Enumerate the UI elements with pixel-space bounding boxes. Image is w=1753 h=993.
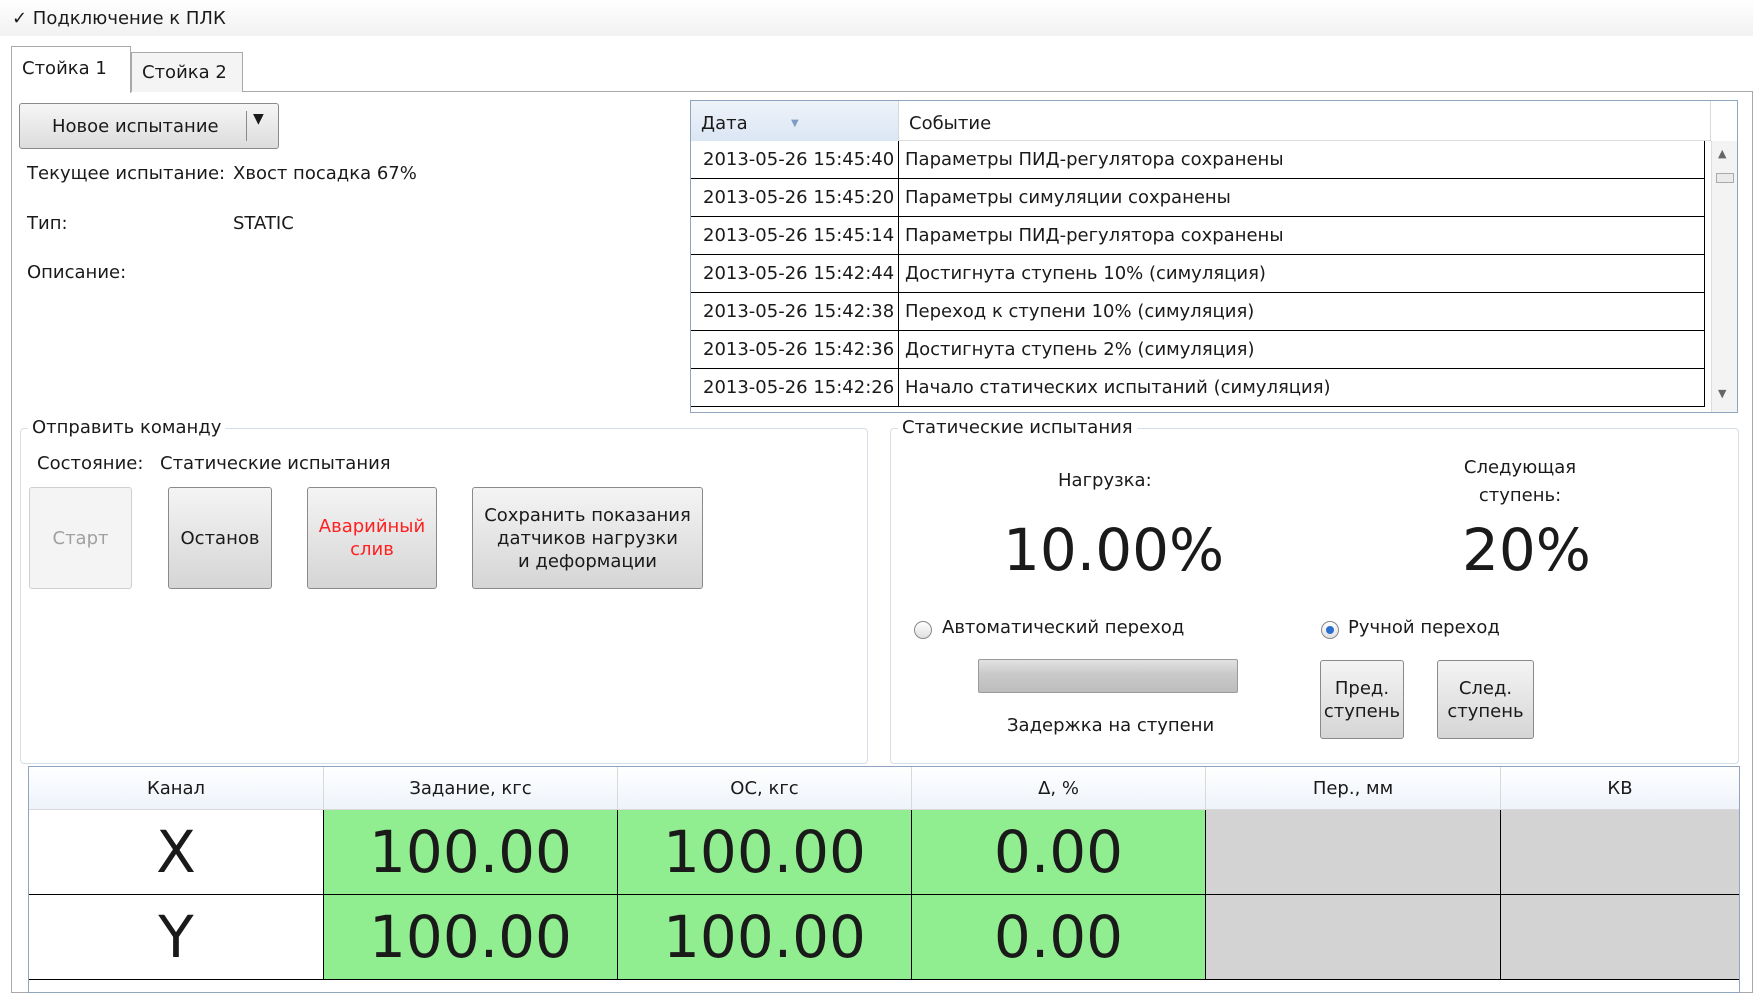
save-readings-label-line3: и деформации	[517, 550, 658, 572]
previous-step-label-line2: ступень	[1323, 700, 1401, 722]
column-header-channel[interactable]: Канал	[29, 767, 324, 810]
event-date: 2013-05-26 15:42:44	[691, 255, 899, 292]
column-header-displacement[interactable]: Пер., мм	[1206, 767, 1501, 810]
state-label: Состояние:	[37, 453, 144, 474]
auto-transition-label[interactable]: Автоматический переход	[942, 617, 1184, 638]
displacement-cell	[1206, 810, 1501, 895]
scrollbar-thumb[interactable]	[1716, 173, 1734, 183]
previous-step-button[interactable]: Пред. ступень	[1320, 660, 1404, 739]
event-text: Параметры ПИД-регулятора сохранены	[905, 225, 1284, 246]
kv-cell	[1501, 895, 1739, 980]
save-readings-label-line2: датчиков нагрузки	[497, 527, 678, 549]
next-step-label: Следующая ступень:	[1440, 454, 1600, 510]
current-test-label: Текущее испытание:	[27, 163, 226, 184]
column-header-date[interactable]: ▼ Дата	[691, 101, 899, 141]
next-step-label-line2: ступень:	[1478, 485, 1562, 506]
auto-transition-radio[interactable]	[914, 621, 932, 639]
event-log-header: ▼ Дата Событие	[691, 101, 1711, 141]
type-label: Тип:	[27, 213, 68, 234]
event-text: Начало статических испытаний (симуляция)	[905, 377, 1331, 398]
event-row[interactable]: 2013-05-26 15:42:44 Достигнута ступень 1…	[691, 255, 1705, 293]
tab-stand-1[interactable]: Стойка 1	[11, 46, 131, 93]
load-value: 10.00%	[1003, 516, 1225, 584]
channel-name-cell: X	[29, 810, 324, 895]
next-step-button-line2: ступень	[1447, 700, 1524, 722]
feedback-cell: 100.00	[618, 895, 912, 980]
emergency-drain-button[interactable]: Аварийный слив	[307, 487, 437, 589]
channels-table[interactable]: Канал Задание, кгс ОС, кгс Δ, % Пер., мм…	[28, 766, 1740, 993]
scroll-down-icon[interactable]: ▼	[1718, 387, 1726, 400]
next-step-label-line1: Следующая	[1463, 457, 1577, 478]
delta-cell: 0.00	[912, 895, 1206, 980]
save-readings-label-line1: Сохранить показания	[484, 504, 691, 526]
event-date: 2013-05-26 15:45:14	[691, 217, 899, 254]
split-separator	[246, 111, 247, 141]
event-row[interactable]: 2013-05-26 15:42:38 Переход к ступени 10…	[691, 293, 1705, 331]
manual-transition-radio[interactable]	[1321, 621, 1339, 639]
dropdown-arrow-icon[interactable]: ▼	[253, 111, 264, 127]
description-label: Описание:	[27, 262, 127, 283]
column-header-feedback[interactable]: ОС, кгс	[618, 767, 912, 810]
column-header-delta[interactable]: Δ, %	[912, 767, 1206, 810]
setpoint-cell: 100.00	[324, 810, 618, 895]
event-row[interactable]: 2013-05-26 15:45:20 Параметры симуляции …	[691, 179, 1705, 217]
load-label: Нагрузка:	[1058, 470, 1152, 491]
emergency-drain-label-line2: слив	[350, 539, 394, 560]
event-date: 2013-05-26 15:42:38	[691, 293, 899, 330]
new-test-split-button[interactable]: Новое испытание ▼	[19, 103, 279, 149]
channel-name-cell: Y	[29, 895, 324, 980]
new-test-button-label: Новое испытание	[52, 116, 219, 137]
event-date: 2013-05-26 15:42:26	[691, 369, 899, 406]
stop-button[interactable]: Останов	[168, 487, 272, 589]
column-header-date-label: Дата	[701, 113, 748, 134]
type-value: STATIC	[233, 213, 294, 234]
previous-step-label-line1: Пред.	[1334, 677, 1390, 699]
event-text: Переход к ступени 10% (симуляция)	[905, 301, 1255, 322]
emergency-drain-label-line1: Аварийный	[318, 516, 426, 537]
delta-cell: 0.00	[912, 810, 1206, 895]
next-step-value: 20%	[1462, 516, 1591, 584]
state-value: Статические испытания	[160, 453, 391, 474]
column-header-event[interactable]: Событие	[899, 101, 1711, 141]
event-log-scrollbar[interactable]: ▲ ▼	[1711, 141, 1737, 412]
static-tests-group	[890, 428, 1739, 764]
event-text: Достигнута ступень 2% (симуляция)	[905, 339, 1255, 360]
start-button[interactable]: Старт	[29, 487, 132, 589]
step-delay-label: Задержка на ступени	[1007, 715, 1215, 736]
event-log-grid[interactable]: ▼ Дата Событие 2013-05-26 15:45:40 Парам…	[690, 100, 1738, 413]
displacement-cell	[1206, 895, 1501, 980]
step-delay-progress-bar	[978, 659, 1238, 693]
send-command-title: Отправить команду	[28, 417, 226, 438]
static-tests-title: Статические испытания	[898, 417, 1137, 438]
plc-connection-toggle[interactable]: ✓ Подключение к ПЛК	[12, 8, 226, 29]
event-date: 2013-05-26 15:42:36	[691, 331, 899, 368]
tab-stand-2[interactable]: Стойка 2	[131, 52, 243, 92]
kv-cell	[1501, 810, 1739, 895]
event-row[interactable]: 2013-05-26 15:45:14 Параметры ПИД-регуля…	[691, 217, 1705, 255]
event-text: Параметры ПИД-регулятора сохранены	[905, 149, 1284, 170]
column-header-kv[interactable]: КВ	[1501, 767, 1739, 810]
save-sensor-readings-button[interactable]: Сохранить показания датчиков нагрузки и …	[472, 487, 703, 589]
column-header-setpoint[interactable]: Задание, кгс	[324, 767, 618, 810]
feedback-cell: 100.00	[618, 810, 912, 895]
event-text: Достигнута ступень 10% (симуляция)	[905, 263, 1266, 284]
send-command-group	[20, 428, 868, 764]
setpoint-cell: 100.00	[324, 895, 618, 980]
event-row[interactable]: 2013-05-26 15:45:40 Параметры ПИД-регуля…	[691, 141, 1705, 179]
event-date: 2013-05-26 15:45:20	[691, 179, 899, 216]
event-row[interactable]: 2013-05-26 15:42:26 Начало статических и…	[691, 369, 1705, 407]
event-row[interactable]: 2013-05-26 15:42:36 Достигнута ступень 2…	[691, 331, 1705, 369]
event-date: 2013-05-26 15:45:40	[691, 141, 899, 178]
next-step-button-line1: След.	[1458, 677, 1513, 699]
event-text: Параметры симуляции сохранены	[905, 187, 1231, 208]
current-test-value: Хвост посадка 67%	[233, 163, 417, 184]
manual-transition-label[interactable]: Ручной переход	[1348, 617, 1500, 638]
scroll-up-icon[interactable]: ▲	[1718, 147, 1726, 160]
next-step-button[interactable]: След. ступень	[1437, 660, 1534, 739]
connection-bar	[0, 0, 1753, 36]
